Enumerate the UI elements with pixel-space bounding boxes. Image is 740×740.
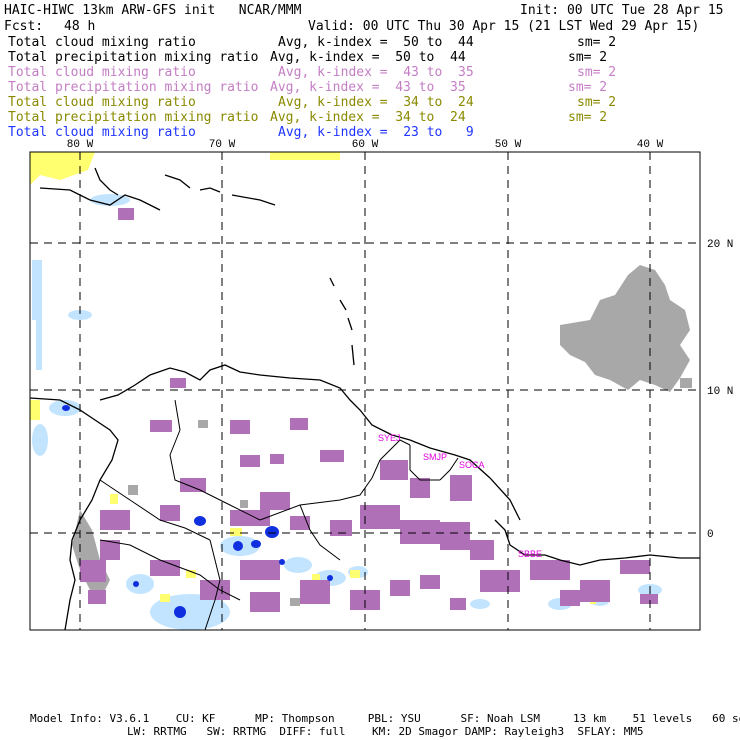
model-info-line1: Model Info: V3.6.1 CU: KF MP: Thompson P…	[30, 712, 740, 725]
lat-label-0: 0	[707, 529, 714, 541]
lon-label-60w: 60 W	[352, 139, 379, 151]
lon-label-40w: 40 W	[637, 139, 664, 151]
lat-label-20n: 20 N	[707, 239, 733, 251]
model-info-line2: LW: RRTMG SW: RRTMG DIFF: full KM: 2D Sm…	[127, 725, 644, 738]
lon-label-70w: 70 W	[209, 139, 236, 151]
lat-lon-grid	[30, 152, 700, 630]
forecast-map: 80 W 70 W 60 W 50 W 40 W 20 N 10 N 0 SYE…	[29, 139, 733, 631]
lon-label-50w: 50 W	[495, 139, 522, 151]
lon-label-80w: 80 W	[67, 139, 94, 151]
station-smjp: SMJP	[423, 452, 447, 462]
station-soca: SOCA	[459, 460, 485, 470]
field-shading	[30, 152, 692, 630]
station-syej: SYEJ	[378, 433, 401, 443]
lat-label-10n: 10 N	[707, 386, 733, 398]
station-sbbe: SBBE	[518, 549, 542, 559]
